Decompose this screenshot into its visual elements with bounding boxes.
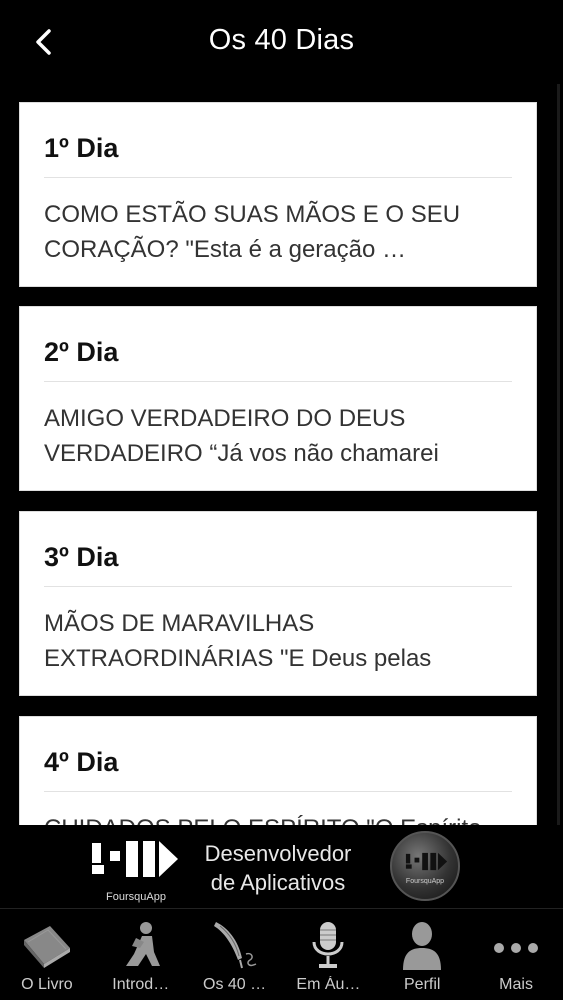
card-excerpt-line: EXTRAORDINÁRIAS "E Deus pelas [44, 645, 432, 672]
card-excerpt: CUIDADOS PELO ESPÍRITO "O Espírito [44, 811, 512, 825]
page-title: Os 40 Dias [208, 24, 355, 56]
card-divider [44, 586, 512, 587]
card-excerpt: COMO ESTÃO SUAS MÃOS E O SEU CORAÇÃO? "E… [44, 197, 512, 267]
foursquapp-logo-icon [92, 841, 178, 877]
tab-o-livro[interactable]: O Livro [0, 909, 94, 1000]
card-divider [44, 177, 512, 178]
day-card-1[interactable]: 1º Dia COMO ESTÃO SUAS MÃOS E O SEU CORA… [19, 102, 537, 287]
book-icon [19, 917, 75, 973]
tab-label: Introd… [112, 976, 170, 993]
tab-label: Mais [499, 976, 533, 993]
card-divider [44, 791, 512, 792]
card-title: 4º Dia [44, 747, 119, 777]
day-card-3[interactable]: 3º Dia MÃOS DE MARAVILHAS EXTRAORDINÁRIA… [19, 511, 537, 696]
foursquapp-badge-icon [405, 852, 448, 871]
tab-em-audio[interactable]: Em Áu… [281, 909, 375, 1000]
person-icon [394, 917, 450, 973]
card-excerpt: AMIGO VERDADEIRO DO DEUS VERDADEIRO “Já … [44, 401, 512, 471]
card-excerpt-line: AMIGO VERDADEIRO DO DEUS [44, 405, 406, 432]
banner-text: Desenvolvedor de Aplicativos [188, 839, 368, 897]
foursquapp-logo: FoursquApp [88, 837, 184, 903]
card-excerpt-line: MÃOS DE MARAVILHAS [44, 610, 315, 637]
logo-caption: FoursquApp [106, 891, 166, 903]
tab-mais[interactable]: Mais [469, 909, 563, 1000]
day-card-2[interactable]: 2º Dia AMIGO VERDADEIRO DO DEUS VERDADEI… [19, 306, 537, 491]
praying-person-icon [113, 917, 169, 973]
more-dots-icon [488, 917, 544, 973]
tab-introducao[interactable]: Introd… [94, 909, 188, 1000]
banner-line: de Aplicativos [210, 870, 346, 895]
card-divider [44, 381, 512, 382]
card-excerpt: MÃOS DE MARAVILHAS EXTRAORDINÁRIAS "E De… [44, 606, 512, 676]
card-title: 1º Dia [44, 133, 119, 163]
card-title: 3º Dia [44, 542, 119, 572]
developer-banner[interactable]: FoursquApp Desenvolvedor de Aplicativos … [0, 825, 563, 908]
scrollbar[interactable] [557, 84, 560, 825]
foursquapp-badge: FoursquApp [390, 831, 460, 901]
day-card-4[interactable]: 4º Dia CUIDADOS PELO ESPÍRITO "O Espírit… [19, 716, 537, 825]
banner-line: Desenvolvedor [204, 841, 352, 866]
card-title: 2º Dia [44, 337, 119, 367]
quill-pen-icon [207, 917, 263, 973]
tab-label: Os 40 … [203, 976, 267, 993]
microphone-icon [300, 917, 356, 973]
tab-os-40-dias[interactable]: Os 40 … [188, 909, 282, 1000]
days-list[interactable]: 1º Dia COMO ESTÃO SUAS MÃOS E O SEU CORA… [0, 84, 563, 825]
card-excerpt-line: CORAÇÃO? "Esta é a geração … [44, 236, 407, 263]
tab-label: Em Áu… [296, 976, 361, 993]
badge-caption: FoursquApp [405, 878, 445, 885]
nav-bar: Os 40 Dias [0, 0, 563, 84]
card-excerpt-line: CUIDADOS PELO ESPÍRITO "O Espírito [44, 811, 512, 825]
tab-bar: O Livro Introd… Os 40 … Em Áu… Perfil Ma… [0, 908, 563, 1000]
card-excerpt-line: VERDADEIRO “Já vos não chamarei [44, 440, 439, 467]
tab-label: O Livro [21, 976, 73, 993]
tab-label: Perfil [404, 976, 441, 993]
tab-perfil[interactable]: Perfil [375, 909, 469, 1000]
card-excerpt-line: COMO ESTÃO SUAS MÃOS E O SEU [44, 201, 461, 228]
